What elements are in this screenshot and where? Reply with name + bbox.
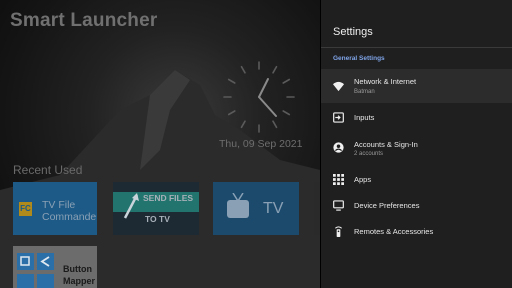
menu-label-device-preferences: Device Preferences	[354, 201, 420, 210]
tv-icon	[227, 200, 249, 218]
menu-label-accounts: Accounts & Sign-In	[354, 140, 418, 149]
button-mapper-label-2: Mapper	[63, 276, 96, 286]
tile-tv-label: TV	[263, 200, 284, 217]
menu-item-apps[interactable]: Apps	[321, 169, 512, 191]
menu-label-apps: Apps	[354, 175, 372, 184]
menu-sub-network: Batman	[354, 89, 375, 95]
recent-used-label: Recent Used	[13, 163, 83, 177]
button-mapper-icon	[17, 253, 54, 288]
menu-label-network: Network & Internet	[354, 77, 417, 86]
send-files-label-2: TO TV	[145, 214, 170, 224]
tile-button-mapper[interactable]: Button Mapper	[13, 246, 97, 288]
tile-send-files-to-tv[interactable]: SEND FILES TO TV	[113, 182, 199, 235]
tile-tv-file-label-1: TV File	[42, 199, 76, 211]
settings-divider	[321, 47, 512, 48]
tile-tv[interactable]: TV	[213, 182, 299, 235]
tv-file-commander-icon: FC	[19, 202, 32, 216]
launcher-home: Smart Launcher Thu, 09 Sep 2021 Recent U…	[0, 0, 320, 288]
monitor-icon	[333, 200, 344, 211]
menu-label-inputs: Inputs	[354, 113, 375, 122]
menu-item-inputs[interactable]: Inputs	[321, 106, 512, 128]
menu-item-device-preferences[interactable]: Device Preferences	[321, 195, 512, 217]
wifi-icon	[333, 81, 344, 92]
menu-item-network-internet[interactable]: Network & Internet Batman	[321, 69, 512, 103]
send-arrow-icon	[123, 193, 139, 219]
settings-panel: Settings General Settings Network & Inte…	[321, 0, 512, 288]
tile-partial[interactable]	[314, 182, 320, 235]
account-icon	[333, 142, 344, 153]
menu-sub-accounts: 2 accounts	[354, 151, 384, 157]
tile-tv-file-commander[interactable]: FC TV File Commander	[13, 182, 97, 235]
button-mapper-label-1: Button	[63, 264, 92, 274]
analog-clock	[223, 61, 295, 133]
menu-label-remotes: Remotes & Accessories	[354, 227, 434, 236]
clock-date: Thu, 09 Sep 2021	[219, 138, 303, 150]
tile-tv-file-label-2: Commander	[42, 211, 97, 223]
menu-item-accounts[interactable]: Accounts & Sign-In 2 accounts	[321, 134, 512, 164]
launcher-title: Smart Launcher	[10, 10, 158, 31]
remote-icon	[334, 226, 343, 237]
apps-grid-icon	[333, 174, 344, 185]
settings-title: Settings	[333, 26, 373, 38]
input-icon	[333, 112, 344, 123]
send-files-label-1: SEND FILES	[143, 193, 194, 203]
general-settings-header: General Settings	[333, 55, 385, 62]
menu-item-remotes[interactable]: Remotes & Accessories	[321, 221, 512, 243]
